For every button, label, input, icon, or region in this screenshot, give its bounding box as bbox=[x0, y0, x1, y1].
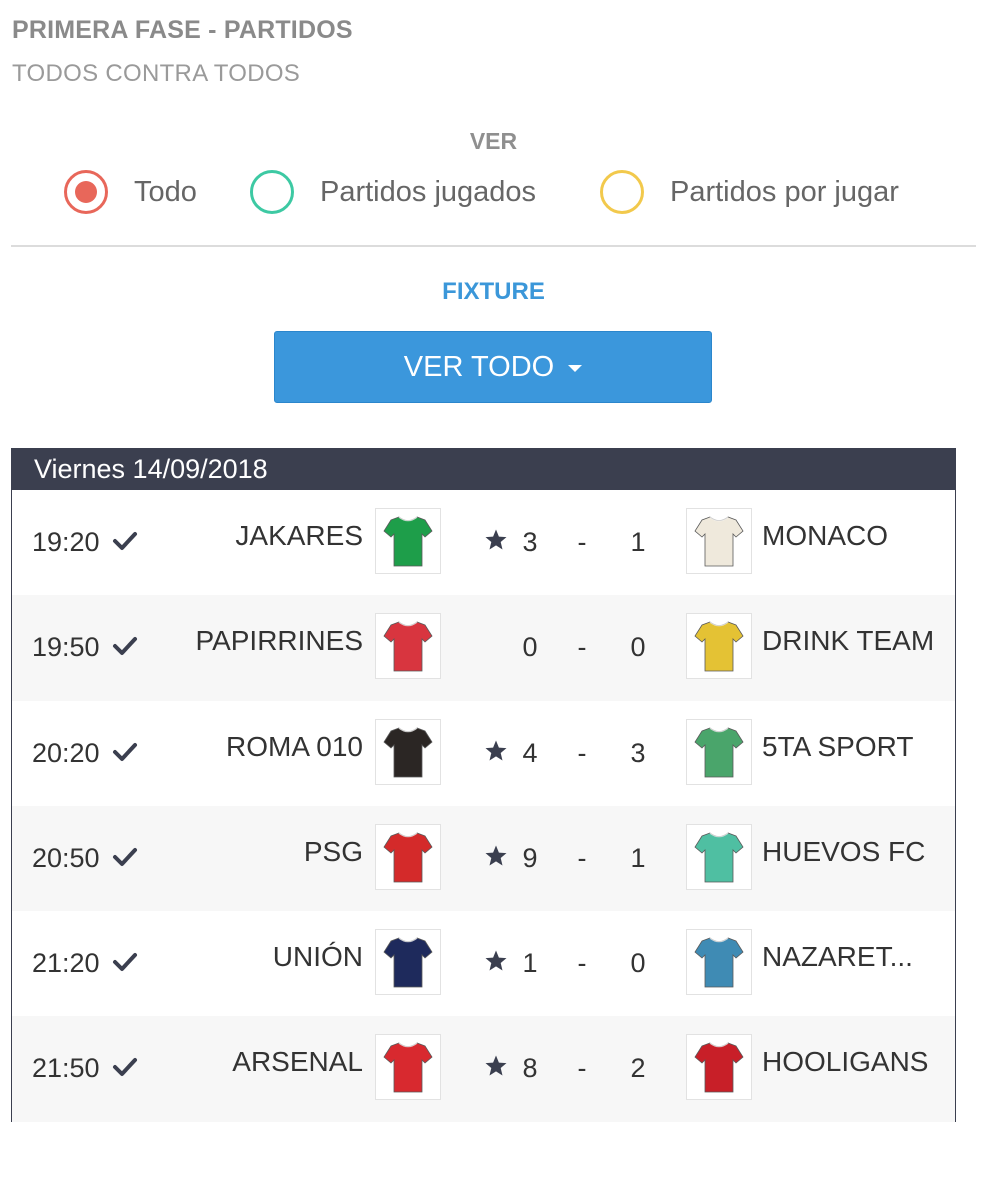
home-shirt-icon bbox=[375, 1034, 441, 1101]
star-icon bbox=[484, 528, 508, 552]
ver-todo-label: VER TODO bbox=[403, 350, 555, 383]
away-team-name[interactable]: HUEVOS FC bbox=[762, 836, 925, 868]
filter-option-label: Partidos por jugar bbox=[670, 175, 899, 208]
away-score: 3 bbox=[630, 737, 646, 768]
filter-option-todo[interactable]: Todo bbox=[64, 168, 197, 216]
home-score: 3 bbox=[522, 527, 538, 557]
away-score: 1 bbox=[630, 842, 646, 873]
filter-option-partidos-jugados[interactable]: Partidos jugados bbox=[250, 168, 536, 216]
star-icon bbox=[484, 949, 508, 973]
date-header: Viernes 14/09/2018 bbox=[12, 448, 955, 490]
home-team-name[interactable]: JAKARES bbox=[235, 520, 363, 552]
match-row[interactable]: 20:50 PSG 9 - 1 HUEVOS FC bbox=[12, 805, 955, 912]
away-shirt-icon bbox=[686, 929, 752, 996]
home-score: 8 bbox=[522, 1053, 538, 1084]
match-time: 20:20 bbox=[32, 737, 100, 768]
home-team-name[interactable]: PSG bbox=[304, 836, 363, 868]
match-row[interactable]: 19:50 PAPIRRINES 0 - 0 DRINK TEAM bbox=[12, 595, 955, 701]
score-separator: - bbox=[577, 948, 587, 979]
home-shirt-icon bbox=[375, 929, 441, 996]
match-time: 21:20 bbox=[32, 948, 100, 979]
match-list: 19:20 JAKARES 3 - 1 MONACO 19:50 PAPIRRINES 0 - 0 D… bbox=[12, 490, 955, 1122]
home-team-name[interactable]: ARSENAL bbox=[232, 1046, 363, 1078]
match-row[interactable]: 19:20 JAKARES 3 - 1 MONACO bbox=[12, 490, 955, 595]
divider bbox=[11, 245, 976, 247]
star-icon bbox=[484, 844, 508, 868]
home-shirt-icon bbox=[375, 718, 441, 785]
match-time: 21:50 bbox=[32, 1053, 100, 1084]
away-team-name[interactable]: MONACO bbox=[762, 520, 888, 552]
home-team-name[interactable]: ROMA 010 bbox=[226, 731, 363, 763]
home-score: 9 bbox=[522, 842, 538, 873]
away-shirt-icon bbox=[686, 613, 752, 680]
home-shirt-icon bbox=[375, 508, 441, 574]
score-separator: - bbox=[577, 737, 587, 768]
home-team-name[interactable]: UNIÓN bbox=[273, 941, 363, 973]
check-icon bbox=[112, 844, 138, 870]
check-icon bbox=[112, 739, 138, 765]
away-team-name[interactable]: HOOLIGANS bbox=[762, 1046, 928, 1078]
check-icon bbox=[112, 1054, 138, 1080]
score-separator: - bbox=[577, 1053, 587, 1084]
away-team-name[interactable]: NAZARET... bbox=[762, 941, 913, 973]
check-icon bbox=[112, 949, 138, 975]
filter-label: VER bbox=[469, 128, 518, 154]
away-score: 1 bbox=[630, 527, 646, 557]
match-row[interactable]: 21:50 ARSENAL 8 - 2 HOOLIGANS bbox=[12, 1016, 955, 1122]
fixture-table: Viernes 14/09/2018 19:20 JAKARES 3 - 1 MONACO… bbox=[11, 448, 956, 1122]
filter-group: Todo Partidos jugados Partidos por jugar bbox=[0, 168, 987, 216]
away-score: 0 bbox=[630, 948, 646, 979]
away-score: 0 bbox=[630, 632, 646, 663]
score-separator: - bbox=[577, 842, 587, 873]
score-separator: - bbox=[577, 632, 587, 663]
date-label: Viernes 14/09/2018 bbox=[34, 453, 268, 484]
home-team-name[interactable]: PAPIRRINES bbox=[195, 625, 363, 657]
fixture-label: FIXTURE bbox=[442, 278, 545, 305]
filter-option-label: Todo bbox=[134, 175, 197, 208]
away-score: 2 bbox=[630, 1053, 646, 1084]
away-team-name[interactable]: DRINK TEAM bbox=[762, 625, 934, 657]
filter-option-label: Partidos jugados bbox=[320, 175, 537, 208]
check-icon bbox=[112, 633, 138, 659]
match-time: 19:20 bbox=[32, 527, 100, 557]
radio-icon[interactable] bbox=[600, 170, 644, 214]
caret-down-icon bbox=[568, 365, 583, 372]
home-shirt-icon bbox=[375, 613, 441, 680]
away-shirt-icon bbox=[686, 718, 752, 785]
page-title: PRIMERA FASE - PARTIDOS bbox=[12, 16, 353, 44]
star-icon bbox=[484, 1054, 508, 1078]
match-time: 19:50 bbox=[32, 632, 100, 663]
radio-icon[interactable] bbox=[250, 170, 294, 214]
home-shirt-icon bbox=[375, 823, 441, 890]
match-row[interactable]: 20:20 ROMA 010 4 - 3 5TA SPORT bbox=[12, 701, 955, 806]
page-subtitle: TODOS CONTRA TODOS bbox=[12, 60, 301, 87]
home-score: 1 bbox=[522, 948, 538, 979]
away-shirt-icon bbox=[686, 1034, 752, 1101]
filter-option-partidos-por-jugar[interactable]: Partidos por jugar bbox=[600, 168, 899, 216]
home-score: 0 bbox=[522, 632, 538, 663]
star-icon bbox=[484, 739, 508, 763]
away-shirt-icon bbox=[686, 823, 752, 890]
score-separator: - bbox=[577, 527, 587, 557]
home-score: 4 bbox=[522, 737, 538, 768]
match-time: 20:50 bbox=[32, 842, 100, 873]
away-shirt-icon bbox=[686, 508, 752, 574]
ver-todo-dropdown-button[interactable]: VER TODO bbox=[274, 331, 712, 403]
check-icon bbox=[112, 528, 138, 554]
radio-icon[interactable] bbox=[64, 170, 108, 214]
away-team-name[interactable]: 5TA SPORT bbox=[762, 731, 913, 763]
match-row[interactable]: 21:20 UNIÓN 1 - 0 NAZARET... bbox=[12, 911, 955, 1016]
